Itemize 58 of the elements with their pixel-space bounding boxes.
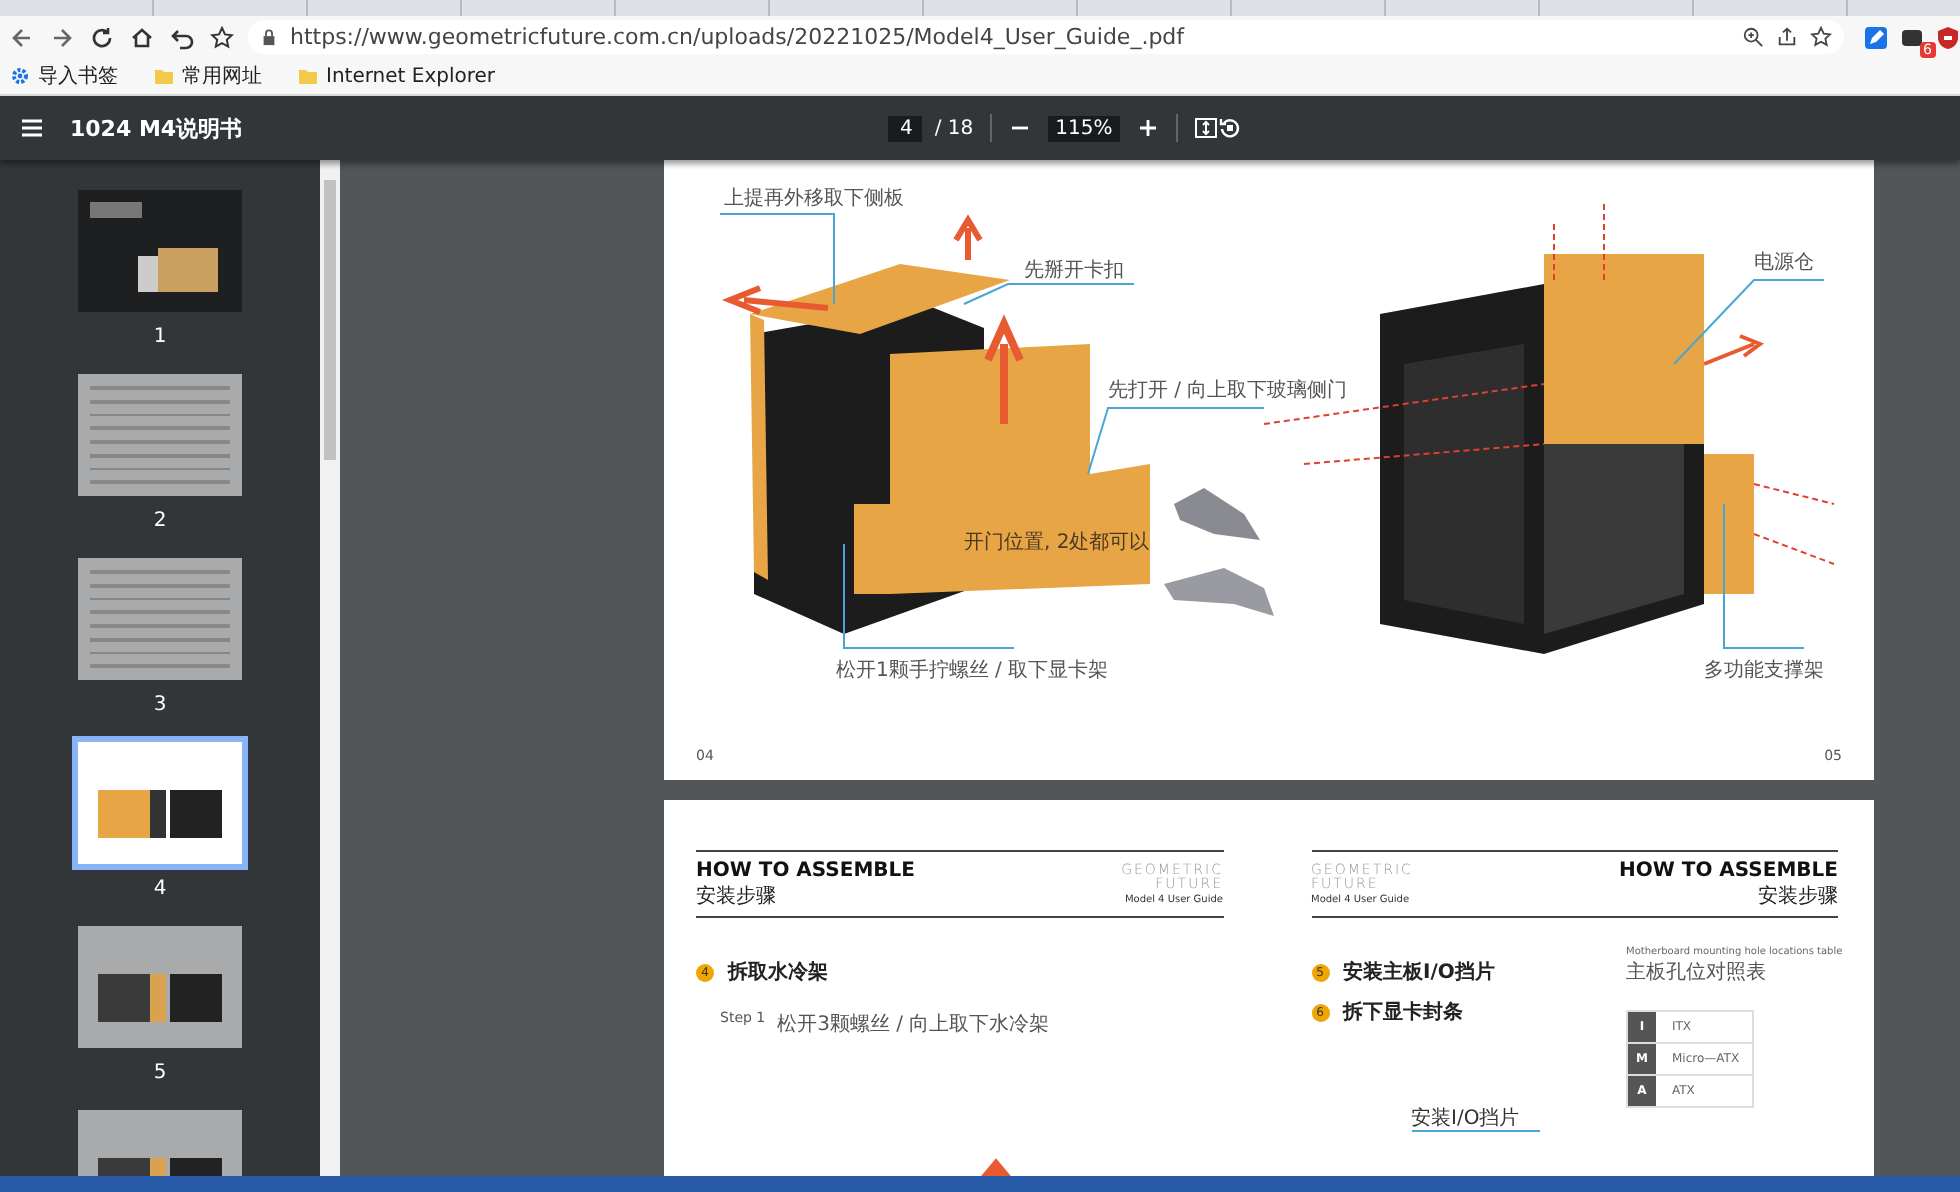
section-subheading: 安装步骤 <box>1758 883 1838 909</box>
callout-label: 松开1颗手拧螺丝 / 取下显卡架 <box>836 657 1109 684</box>
page-thumbnail[interactable] <box>78 558 242 680</box>
callout-label: 电源仓 <box>1754 249 1814 276</box>
callout-label: 上提再外移取下侧板 <box>724 185 904 212</box>
folder-icon <box>154 66 174 86</box>
step-title: 拆下显卡封条 <box>1343 999 1463 1026</box>
share-icon[interactable] <box>1776 26 1798 48</box>
callout-label: 多功能支撑架 <box>1704 657 1824 684</box>
star-icon[interactable] <box>1810 26 1832 48</box>
page-total: / 18 <box>934 117 974 139</box>
shield-icon[interactable] <box>1936 25 1960 49</box>
menu-icon[interactable] <box>20 118 44 138</box>
reload-icon[interactable] <box>88 25 116 49</box>
bookmark[interactable]: Internet Explorer <box>298 65 496 87</box>
address-field[interactable]: https://www.geometricfuture.com.cn/uploads/20221025/Model4_User_Guide_.pdf <box>248 20 1844 54</box>
section-heading: HOW TO ASSEMBLE <box>696 859 915 881</box>
page-number-label: 3 <box>153 694 167 716</box>
back-icon[interactable] <box>8 25 36 49</box>
page-thumbnail[interactable] <box>78 742 242 864</box>
gear-icon <box>10 66 30 86</box>
page-thumbnail[interactable] <box>78 926 242 1048</box>
hand-drawing <box>1164 488 1274 616</box>
rotate-icon[interactable] <box>1218 116 1243 140</box>
page-number-label: 2 <box>153 510 167 532</box>
step-title: 拆取水冷架 <box>728 959 828 986</box>
callout-label: 先掰开卡扣 <box>1024 257 1124 284</box>
bookmark[interactable]: 导入书签 <box>10 62 118 90</box>
fit-page-icon[interactable] <box>1194 116 1219 140</box>
scrollbar-track[interactable] <box>320 160 340 1176</box>
folder-icon <box>298 66 318 86</box>
star-icon[interactable] <box>208 25 236 49</box>
table-title: 主板孔位对照表 <box>1626 959 1768 986</box>
step-text: 松开3颗螺丝 / 向上取下水冷架 <box>777 1011 1050 1038</box>
document-title: 1024 M4说明书 <box>70 113 245 143</box>
section-heading: HOW TO ASSEMBLE <box>1619 859 1838 881</box>
extension-icon[interactable] <box>1900 25 1924 49</box>
zoom-field[interactable]: 115% <box>1047 115 1121 141</box>
forward-icon[interactable] <box>48 25 76 49</box>
zoom-in-icon[interactable] <box>1136 116 1161 140</box>
callout-label: 安装I/O挡片 <box>1411 1108 1540 1132</box>
page-thumbnail[interactable] <box>78 374 242 496</box>
section-subheading: 安装步骤 <box>696 883 778 909</box>
callout-label: 开门位置, 2处都可以 <box>964 529 1150 556</box>
page-number-label: 4 <box>153 878 167 900</box>
step-title: 安装主板I/O挡片 <box>1343 958 1495 986</box>
page-thumbnail[interactable] <box>78 190 242 312</box>
scrollbar-thumb[interactable] <box>324 180 336 460</box>
leader-line <box>719 213 835 305</box>
page-number-label: 5 <box>153 1062 167 1084</box>
bookmark[interactable]: 常用网址 <box>154 62 262 90</box>
page-number-field[interactable]: 4 <box>888 115 923 141</box>
zoom-icon[interactable] <box>1742 26 1764 48</box>
callout-label: 先打开 / 向上取下玻璃侧门 <box>1108 377 1348 404</box>
undo-icon[interactable] <box>168 25 196 49</box>
page-number-label: 1 <box>153 326 167 348</box>
lock-icon[interactable] <box>260 28 278 46</box>
home-icon[interactable] <box>128 25 156 49</box>
